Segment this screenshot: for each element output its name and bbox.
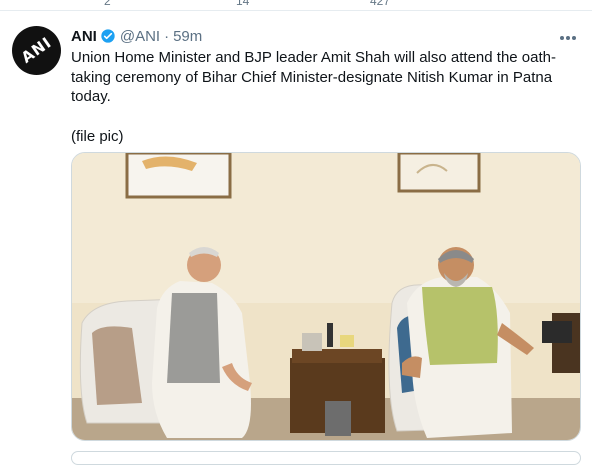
author-handle[interactable]: @ANI xyxy=(120,28,160,45)
ani-logo: ANI xyxy=(17,33,56,67)
previous-reply-count[interactable]: 2 xyxy=(104,0,111,8)
avatar[interactable]: ANI xyxy=(12,26,61,75)
separator-dot: · xyxy=(164,27,170,45)
photo-illustration xyxy=(72,153,580,440)
author-name[interactable]: ANI xyxy=(71,28,97,45)
tweet-photo[interactable] xyxy=(71,152,581,441)
verified-badge-icon xyxy=(101,29,115,43)
more-options-icon[interactable] xyxy=(560,27,578,43)
previous-retweet-count[interactable]: 14 xyxy=(236,0,249,8)
tweet-header: ANI @ANI · 59m xyxy=(71,26,202,46)
previous-tweet-actions: 2 14 427 xyxy=(0,0,592,11)
tweet-text-caption: (file pic) xyxy=(71,127,124,145)
next-tweet-card xyxy=(71,451,581,465)
previous-like-count[interactable]: 427 xyxy=(370,0,390,8)
tweet-text: Union Home Minister and BJP leader Amit … xyxy=(71,48,571,146)
timestamp[interactable]: 59m xyxy=(173,28,202,45)
tweet-text-paragraph: Union Home Minister and BJP leader Amit … xyxy=(71,49,556,106)
